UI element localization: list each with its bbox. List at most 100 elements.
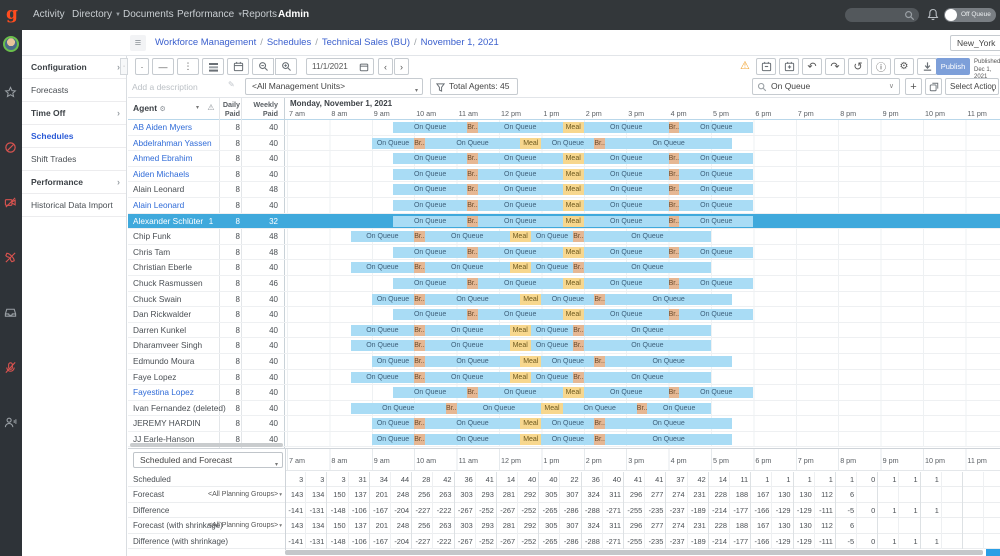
agent-row[interactable]: Ivan Fernandez (deleted)840On QueueBr...… bbox=[128, 401, 1000, 417]
schedule-bar-on-queue[interactable]: On Queue bbox=[531, 231, 573, 242]
schedule-bar-break[interactable]: Br... bbox=[414, 138, 425, 149]
schedule-bar-on-queue[interactable]: On Queue bbox=[584, 262, 711, 273]
agent-row[interactable]: Christian Eberle840On QueueBr...On Queue… bbox=[128, 260, 1000, 276]
schedule-bar-break[interactable]: Br... bbox=[414, 325, 425, 336]
agent-row[interactable]: Abdelrahman Yassen840On QueueBr...On Que… bbox=[128, 136, 1000, 152]
agent-timeline[interactable]: On QueueBr...On QueueMealOn QueueBr...On… bbox=[285, 260, 1000, 276]
download-button[interactable] bbox=[917, 58, 937, 75]
schedule-bar-on-queue[interactable]: On Queue bbox=[425, 325, 510, 336]
schedule-bar-meal[interactable]: Meal bbox=[563, 153, 584, 164]
phone-off-icon[interactable] bbox=[4, 251, 18, 265]
schedule-bar-on-queue[interactable]: On Queue bbox=[584, 169, 669, 180]
schedule-bar-on-queue[interactable]: On Queue bbox=[372, 434, 414, 445]
schedule-bar-break[interactable]: Br... bbox=[467, 278, 478, 289]
schedule-bar-on-queue[interactable]: On Queue bbox=[372, 418, 414, 429]
agent-column-header[interactable]: Agent ⚙ bbox=[133, 103, 166, 113]
schedule-bar-on-queue[interactable]: On Queue bbox=[679, 169, 753, 180]
schedule-bar-on-queue[interactable]: On Queue bbox=[393, 200, 467, 211]
schedule-bar-on-queue[interactable]: On Queue bbox=[679, 200, 753, 211]
schedule-bar-on-queue[interactable]: On Queue bbox=[478, 200, 563, 211]
timeline-scrollbar[interactable] bbox=[285, 550, 983, 555]
schedule-bar-break[interactable]: Br... bbox=[414, 294, 425, 305]
schedule-bar-break[interactable]: Br... bbox=[594, 434, 605, 445]
agent-name-link[interactable]: Abdelrahman Yassen bbox=[133, 136, 233, 152]
schedule-bar-meal[interactable]: Meal bbox=[520, 434, 541, 445]
schedule-bar-on-queue[interactable]: On Queue bbox=[478, 278, 563, 289]
schedule-bar-meal[interactable]: Meal bbox=[520, 356, 541, 367]
schedule-bar-on-queue[interactable]: On Queue bbox=[541, 138, 594, 149]
agent-name-link[interactable]: Chuck Swain bbox=[133, 292, 233, 308]
agent-row[interactable]: Chris Tam848On QueueBr...On QueueMealOn … bbox=[128, 245, 1000, 261]
mic-off-icon[interactable] bbox=[4, 361, 18, 375]
schedule-bar-on-queue[interactable]: On Queue bbox=[478, 387, 563, 398]
breadcrumb-link-november-1-2021[interactable]: November 1, 2021 bbox=[421, 37, 499, 48]
agent-timeline[interactable]: On QueueBr...On QueueMealOn QueueBr...On… bbox=[285, 198, 1000, 214]
schedule-bar-on-queue[interactable]: On Queue bbox=[425, 372, 510, 383]
schedule-bar-meal[interactable]: Meal bbox=[563, 122, 584, 133]
schedule-bar-break[interactable]: Br... bbox=[467, 309, 478, 320]
sidebar-item-shift-trades[interactable]: Shift Trades bbox=[22, 148, 126, 171]
agent-row[interactable]: Chuck Rasmussen846On QueueBr...On QueueM… bbox=[128, 276, 1000, 292]
agent-timeline[interactable]: On QueueBr...On QueueMealOn QueueBr...On… bbox=[285, 136, 1000, 152]
agent-timeline[interactable]: On QueueBr...On QueueMealOn QueueBr...On… bbox=[285, 307, 1000, 323]
schedule-bar-on-queue[interactable]: On Queue bbox=[679, 216, 753, 227]
schedule-bar-break[interactable]: Br... bbox=[467, 184, 478, 195]
agent-timeline[interactable]: On QueueBr...On QueueMealOn QueueBr...On… bbox=[285, 292, 1000, 308]
schedule-bar-on-queue[interactable]: On Queue bbox=[584, 216, 669, 227]
collapse-panel-button[interactable]: · bbox=[120, 58, 128, 75]
schedule-bar-on-queue[interactable]: On Queue bbox=[393, 309, 467, 320]
agent-name-link[interactable]: JEREMY HARDIN bbox=[133, 416, 233, 432]
info-button[interactable]: ⓘ bbox=[871, 58, 891, 75]
schedule-bar-on-queue[interactable]: On Queue bbox=[605, 294, 732, 305]
schedule-bar-break[interactable]: Br... bbox=[446, 403, 457, 414]
schedule-bar-break[interactable]: Br... bbox=[467, 387, 478, 398]
schedule-bar-break[interactable]: Br... bbox=[594, 356, 605, 367]
schedule-bar-break[interactable]: Br... bbox=[637, 403, 648, 414]
agent-row[interactable]: Aiden Michaels840On QueueBr...On QueueMe… bbox=[128, 167, 1000, 183]
schedule-bar-meal[interactable]: Meal bbox=[563, 247, 584, 258]
agent-timeline[interactable]: On QueueBr...On QueueMealOn QueueBr...On… bbox=[285, 432, 1000, 448]
topnav-item-documents[interactable]: Documents bbox=[123, 0, 174, 30]
history-button[interactable]: ↺ bbox=[848, 58, 868, 75]
schedule-bar-break[interactable]: Br... bbox=[573, 325, 584, 336]
agent-name-link[interactable]: Alain Leonard bbox=[133, 198, 233, 214]
agent-timeline[interactable]: On QueueBr...On QueueMealOn QueueBr...On… bbox=[285, 214, 1000, 230]
schedule-bar-meal[interactable]: Meal bbox=[563, 309, 584, 320]
breadcrumb-link-schedules[interactable]: Schedules bbox=[267, 37, 311, 48]
copy-button[interactable] bbox=[925, 78, 942, 95]
schedule-bar-on-queue[interactable]: On Queue bbox=[563, 403, 637, 414]
sort-caret-icon[interactable]: ▾ bbox=[196, 104, 199, 111]
schedule-bar-break[interactable]: Br... bbox=[467, 216, 478, 227]
agent-row[interactable]: Chuck Swain840On QueueBr...On QueueMealO… bbox=[128, 292, 1000, 308]
agent-timeline[interactable]: On QueueBr...On QueueMealOn QueueBr...On… bbox=[285, 354, 1000, 370]
schedule-bar-on-queue[interactable]: On Queue bbox=[351, 325, 415, 336]
schedule-bar-on-queue[interactable]: On Queue bbox=[478, 309, 563, 320]
schedule-bar-meal[interactable]: Meal bbox=[510, 231, 531, 242]
schedule-bar-break[interactable]: Br... bbox=[414, 418, 425, 429]
camera-off-icon[interactable] bbox=[4, 196, 18, 210]
layers-button[interactable] bbox=[202, 58, 224, 75]
agent-timeline[interactable]: On QueueBr...On QueueMealOn QueueBr...On… bbox=[285, 120, 1000, 136]
schedule-bar-meal[interactable]: Meal bbox=[520, 418, 541, 429]
next-day-button[interactable]: › bbox=[394, 58, 409, 75]
schedule-bar-meal[interactable]: Meal bbox=[510, 262, 531, 273]
add-button[interactable]: + bbox=[905, 78, 922, 95]
date-input[interactable]: 11/1/2021 bbox=[306, 58, 374, 75]
schedule-bar-on-queue[interactable]: On Queue bbox=[478, 184, 563, 195]
global-search-input[interactable] bbox=[845, 8, 919, 22]
calendar-button[interactable] bbox=[227, 58, 249, 75]
schedule-bar-break[interactable]: Br... bbox=[573, 231, 584, 242]
schedule-bar-on-queue[interactable]: On Queue bbox=[393, 169, 467, 180]
schedule-bar-break[interactable]: Br... bbox=[467, 200, 478, 211]
schedule-bar-on-queue[interactable]: On Queue bbox=[531, 262, 573, 273]
schedule-bar-on-queue[interactable]: On Queue bbox=[425, 356, 520, 367]
schedule-bar-break[interactable]: Br... bbox=[467, 122, 478, 133]
agent-name-link[interactable]: Faye Lopez bbox=[133, 370, 233, 386]
schedule-bar-on-queue[interactable]: On Queue bbox=[679, 153, 753, 164]
zoom-out-button[interactable] bbox=[252, 58, 274, 75]
scrollbar-corner[interactable] bbox=[986, 549, 1000, 556]
agent-row[interactable]: JEREMY HARDIN840On QueueBr...On QueueMea… bbox=[128, 416, 1000, 432]
schedule-bar-on-queue[interactable]: On Queue bbox=[478, 247, 563, 258]
schedule-bar-on-queue[interactable]: On Queue bbox=[647, 403, 711, 414]
schedule-bar-on-queue[interactable]: On Queue bbox=[425, 340, 510, 351]
